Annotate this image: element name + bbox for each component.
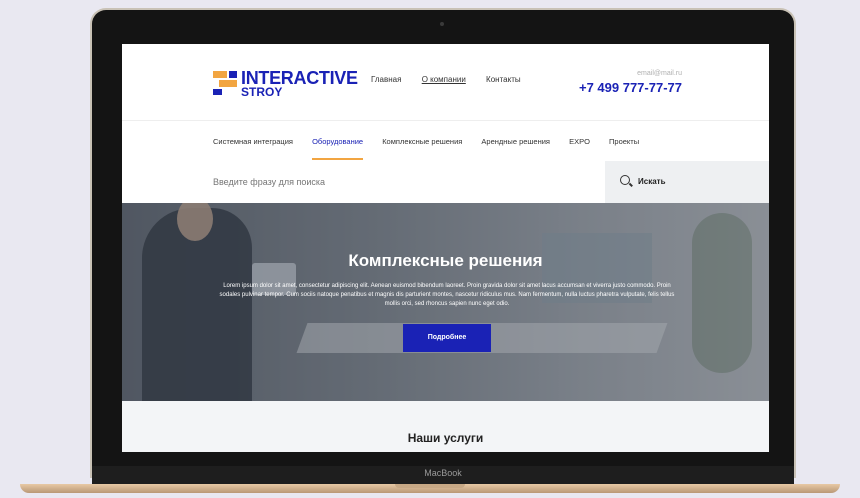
hero-more-button[interactable]: Подробнее — [403, 324, 491, 352]
services-section: Наши услуги — [122, 401, 769, 452]
site-header: INTERACTIVE STROY Главная О компании Кон… — [122, 44, 769, 120]
nav-link-home[interactable]: Главная — [371, 75, 401, 84]
category-expo[interactable]: EXPO — [569, 137, 590, 146]
hero-banner: Комплексные решения Lorem ipsum dolor si… — [122, 203, 769, 401]
laptop-bezel: MacBook — [92, 466, 794, 486]
logo-mark-icon — [213, 71, 237, 95]
nav-link-contacts[interactable]: Контакты — [486, 75, 521, 84]
category-complex-solutions[interactable]: Комплексные решения — [382, 137, 462, 146]
nav-link-about[interactable]: О компании — [422, 75, 466, 84]
search-bar: Искать — [122, 161, 769, 203]
services-title: Наши услуги — [407, 431, 484, 445]
category-projects[interactable]: Проекты — [609, 137, 639, 146]
contact-phone[interactable]: +7 499 777-77-77 — [579, 80, 682, 95]
category-system-integration[interactable]: Системная интеграция — [213, 137, 293, 146]
hero-title: Комплексные решения — [348, 251, 543, 270]
category-nav: Системная интеграция Оборудование Компле… — [122, 120, 769, 162]
laptop-base-notch — [395, 484, 465, 488]
device-brand-label: MacBook — [424, 468, 462, 478]
screen: INTERACTIVE STROY Главная О компании Кон… — [122, 44, 769, 452]
contact-email[interactable]: email@mail.ru — [637, 70, 682, 77]
category-equipment[interactable]: Оборудование — [312, 137, 363, 146]
logo[interactable]: INTERACTIVE STROY — [213, 68, 358, 100]
search-button[interactable]: Искать — [605, 161, 769, 203]
logo-subtitle: STROY — [241, 85, 283, 99]
laptop-base — [20, 484, 840, 493]
hero-text: Lorem ipsum dolor sit amet, consectetur … — [219, 283, 675, 307]
search-button-label: Искать — [638, 177, 666, 186]
search-icon — [620, 175, 630, 185]
search-input[interactable] — [122, 161, 602, 203]
camera-icon — [440, 22, 444, 26]
top-nav: Главная О компании Контакты — [371, 75, 539, 84]
category-rental-solutions[interactable]: Арендные решения — [481, 137, 550, 146]
